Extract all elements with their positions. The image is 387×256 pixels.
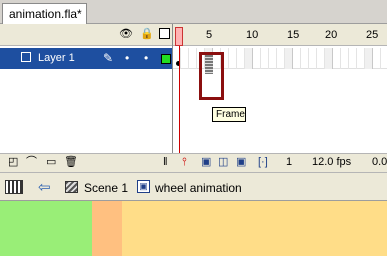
edit-multiple-frames-icon[interactable]: ▣ [236, 156, 246, 168]
delete-layer-icon[interactable]: 🗑 [64, 156, 78, 168]
document-tab-bar: animation.fla* [0, 0, 387, 24]
frame-number-5: 5 [206, 29, 213, 41]
timeline-footer: ◰ ⌒ ▭ 🗑 ‖ ⫯ ▣ ◫ ▣ [·] 1 12.0 fps 0.0 [0, 153, 387, 170]
back-arrow-icon[interactable]: ⇦ [38, 178, 51, 196]
lock-icon[interactable]: 🔒 [140, 28, 154, 40]
highlight-box [199, 52, 224, 100]
frame-cell[interactable] [349, 48, 357, 69]
insert-layer-icon[interactable]: ◰ [8, 156, 18, 168]
scroll-grip-icon[interactable]: ‖ [163, 156, 168, 168]
frame-cell[interactable] [293, 48, 301, 69]
frame-cell[interactable] [277, 48, 285, 69]
layers-divider [172, 24, 173, 154]
visibility-dot-icon[interactable]: • [125, 51, 129, 65]
playhead[interactable] [175, 27, 183, 46]
elapsed-time: 0.0 [372, 156, 387, 168]
symbol-icon: ▣ [137, 180, 150, 193]
frame-cell[interactable] [373, 48, 381, 69]
stage-orange-area [92, 201, 122, 256]
document-tab[interactable]: animation.fla* [2, 3, 87, 24]
frame-cell[interactable] [285, 48, 293, 69]
frame-cell[interactable] [269, 48, 277, 69]
insert-folder-icon[interactable]: ▭ [46, 156, 56, 168]
frame-cell[interactable] [181, 48, 189, 69]
frame-cell[interactable] [357, 48, 365, 69]
current-frame: 1 [286, 156, 293, 168]
modify-markers-icon[interactable]: [·] [258, 156, 268, 168]
frame-cell[interactable] [365, 48, 373, 69]
frame-cell[interactable] [237, 48, 245, 69]
add-guide-layer-icon[interactable]: ⌒ [26, 156, 37, 168]
frame-cell[interactable] [173, 48, 181, 69]
edit-bar: ⇦ Scene 1 ▣ wheel animation [0, 172, 387, 201]
stage-yellow-area [122, 201, 387, 256]
frame-cell[interactable] [245, 48, 253, 69]
outline-icon[interactable] [159, 28, 170, 39]
symbol-breadcrumb[interactable]: wheel animation [155, 181, 242, 195]
eye-icon[interactable]: 👁 [119, 28, 133, 40]
onion-skin-icon[interactable]: ▣ [201, 156, 211, 168]
frame-tooltip: Frame [212, 107, 246, 122]
frame-cell[interactable] [381, 48, 387, 69]
scene-breadcrumb[interactable]: Scene 1 [84, 181, 128, 195]
timeline-toggle-icon[interactable] [5, 180, 23, 194]
pencil-icon: ✎ [103, 51, 114, 65]
frame-number-10: 10 [246, 29, 259, 41]
frame-cell[interactable] [261, 48, 269, 69]
lock-dot-icon[interactable]: • [144, 51, 148, 65]
frame-number-15: 15 [287, 29, 300, 41]
frame-rate: 12.0 fps [312, 156, 352, 168]
frame-cell[interactable] [341, 48, 349, 69]
frame-number-25: 25 [366, 29, 379, 41]
frame-number-20: 20 [325, 29, 338, 41]
frame-cell[interactable] [317, 48, 325, 69]
layer-icon [21, 52, 31, 62]
timeline-panel: 👁 🔒 1510152025 Layer 1 ✎ • • Frame [0, 24, 387, 170]
frame-cell[interactable] [189, 48, 197, 69]
scene-icon [65, 181, 78, 193]
frame-cell[interactable] [301, 48, 309, 69]
playhead-line [178, 46, 180, 154]
outline-color-swatch[interactable] [161, 54, 171, 64]
frame-cell[interactable] [309, 48, 317, 69]
layer-row[interactable]: Layer 1 ✎ • • [0, 48, 172, 69]
frame-cell[interactable] [333, 48, 341, 69]
onion-outlines-icon[interactable]: ◫ [218, 156, 228, 168]
layer-name[interactable]: Layer 1 [38, 52, 75, 64]
stage-green-area [0, 201, 92, 256]
stage-area [0, 201, 387, 256]
center-frame-icon[interactable]: ⫯ [182, 156, 187, 168]
frame-cell[interactable] [325, 48, 333, 69]
frame-cell[interactable] [253, 48, 261, 69]
frame-cell[interactable] [229, 48, 237, 69]
